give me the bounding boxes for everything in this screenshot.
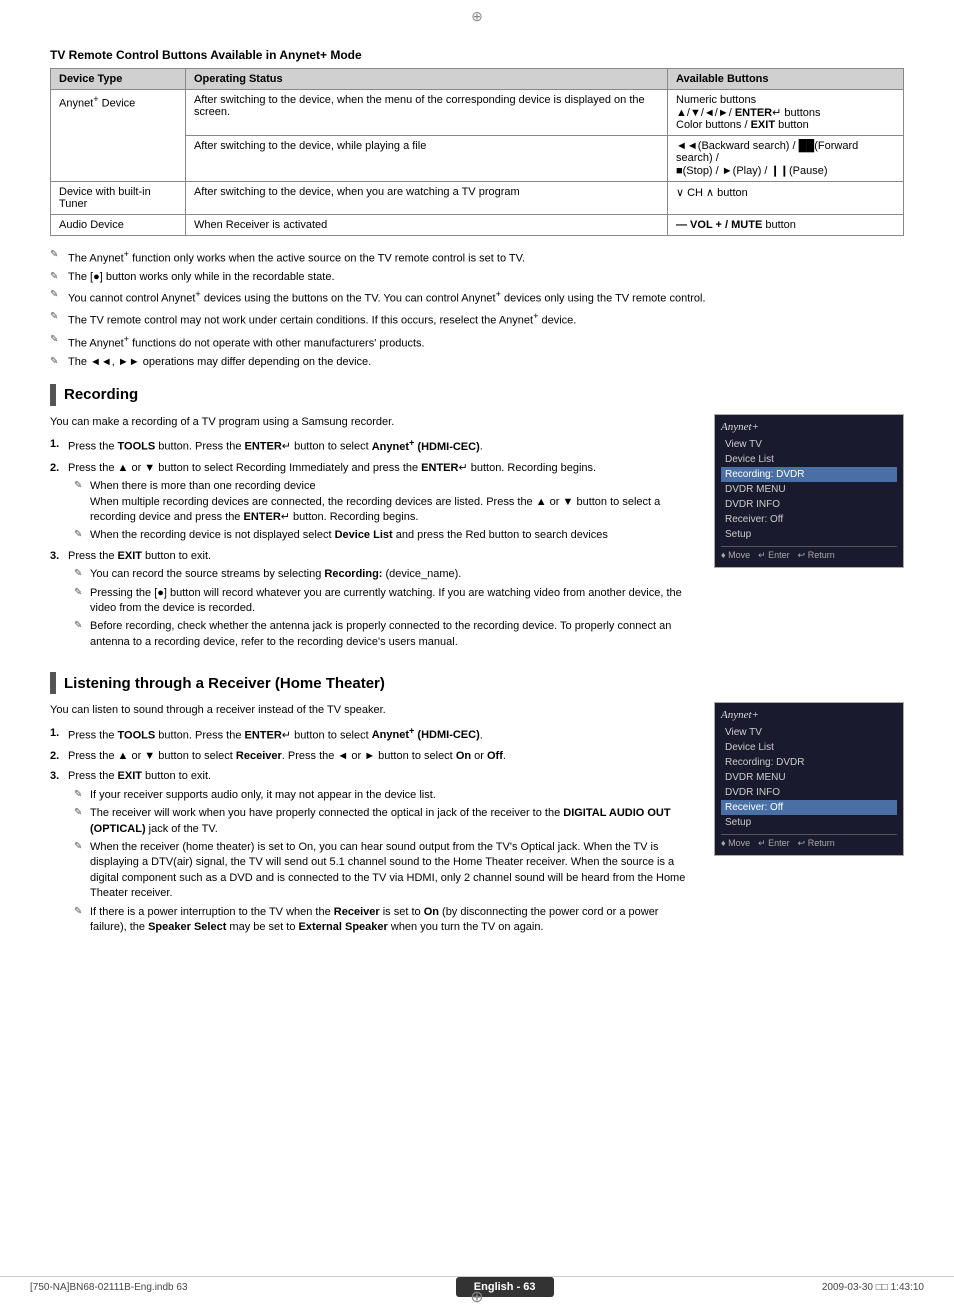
step-number: 3. (50, 548, 59, 565)
step-number: 1. (50, 436, 59, 453)
step-number: 1. (50, 725, 59, 742)
available-buttons-2: ◄◄(Backward search) / ██(Forward search)… (668, 136, 904, 182)
menu-item: Device List (721, 740, 897, 755)
device-anynet: Anynet+ Device (51, 90, 186, 182)
sub-note: You can record the source streams by sel… (68, 567, 698, 582)
available-buttons-1: Numeric buttons ▲/▼/◄/►/ ENTER↵ buttons … (668, 90, 904, 136)
menu-enter: ↵ Enter (758, 838, 790, 849)
anynet-recording-menu: Anynet+ View TV Device List Recording: D… (714, 414, 904, 568)
menu-item: DVDR MENU (721, 482, 897, 497)
list-item: 3. Press the EXIT button to exit. You ca… (50, 548, 698, 650)
menu-footer: ♦ Move ↵ Enter ↩ Return (721, 834, 897, 849)
listening-steps: 1. Press the TOOLS button. Press the ENT… (50, 725, 698, 936)
list-item: 1. Press the TOOLS button. Press the ENT… (50, 436, 698, 455)
table-row: Audio Device When Receiver is activated … (51, 215, 904, 236)
col-header-device: Device Type (51, 69, 186, 90)
note-item: The TV remote control may not work under… (50, 310, 904, 329)
note-item: You cannot control Anynet+ devices using… (50, 288, 904, 307)
menu-item: Setup (721, 527, 897, 542)
menu-item: Setup (721, 815, 897, 830)
sub-note: When there is more than one recording de… (68, 479, 698, 525)
menu-enter: ↵ Enter (758, 550, 790, 561)
note-item: The Anynet+ function only works when the… (50, 248, 904, 267)
note-item: The ◄◄, ►► operations may differ dependi… (50, 355, 904, 370)
table-notes: The Anynet+ function only works when the… (50, 248, 904, 370)
listening-text-col: You can listen to sound through a receiv… (50, 702, 698, 941)
recording-intro: You can make a recording of a TV program… (50, 414, 698, 431)
crosshair-top-icon: ⊕ (471, 8, 483, 25)
menu-title: Anynet+ (721, 709, 897, 721)
menu-title: Anynet+ (721, 421, 897, 433)
operating-status-4: When Receiver is activated (185, 215, 667, 236)
operating-status-3: After switching to the device, when you … (185, 182, 667, 215)
recording-section-header: Recording (50, 384, 904, 406)
list-item: 1. Press the TOOLS button. Press the ENT… (50, 725, 698, 744)
sub-note: If your receiver supports audio only, it… (68, 788, 698, 803)
sub-note: If there is a power interruption to the … (68, 905, 698, 936)
sub-note: When the receiver (home theater) is set … (68, 840, 698, 902)
recording-steps: 1. Press the TOOLS button. Press the ENT… (50, 436, 698, 650)
step-number: 2. (50, 748, 59, 765)
note-item: The [●] button works only while in the r… (50, 270, 904, 285)
listening-section-header: Listening through a Receiver (Home Theat… (50, 672, 904, 694)
table-row: Device with built-in Tuner After switchi… (51, 182, 904, 215)
menu-item: Recording: DVDR (721, 755, 897, 770)
table-title: TV Remote Control Buttons Available in A… (50, 48, 904, 62)
sub-note: The receiver will work when you have pro… (68, 806, 698, 837)
menu-item: DVDR MENU (721, 770, 897, 785)
section-bar-icon (50, 672, 56, 694)
menu-item-selected: Receiver: Off (721, 800, 897, 815)
crosshair-bottom-icon: ⊕ (470, 1287, 483, 1307)
device-audio: Audio Device (51, 215, 186, 236)
menu-item: Receiver: Off (721, 512, 897, 527)
note-item: The Anynet+ functions do not operate wit… (50, 333, 904, 352)
menu-move: ♦ Move (721, 838, 750, 849)
list-item: 3. Press the EXIT button to exit. If you… (50, 768, 698, 935)
anynet-listening-menu: Anynet+ View TV Device List Recording: D… (714, 702, 904, 856)
menu-return: ↩ Return (798, 550, 835, 561)
device-tuner: Device with built-in Tuner (51, 182, 186, 215)
menu-item: View TV (721, 437, 897, 452)
step-number: 3. (50, 768, 59, 785)
operating-status-2: After switching to the device, while pla… (185, 136, 667, 182)
listening-title: Listening through a Receiver (Home Theat… (64, 675, 385, 692)
listening-intro: You can listen to sound through a receiv… (50, 702, 698, 719)
anynet-mode-table: Device Type Operating Status Available B… (50, 68, 904, 236)
listening-content: You can listen to sound through a receiv… (50, 702, 904, 941)
page: ⊕ TV Remote Control Buttons Available in… (0, 0, 954, 1315)
footer-right: 2009-03-30 □□ 1:43:10 (822, 1282, 924, 1293)
menu-item: DVDR INFO (721, 497, 897, 512)
recording-content: You can make a recording of a TV program… (50, 414, 904, 656)
recording-text-col: You can make a recording of a TV program… (50, 414, 698, 656)
table-row: Anynet+ Device After switching to the de… (51, 90, 904, 136)
sub-note: When the recording device is not display… (68, 528, 698, 543)
step-number: 2. (50, 460, 59, 477)
menu-item: View TV (721, 725, 897, 740)
listening-menu-col: Anynet+ View TV Device List Recording: D… (714, 702, 904, 856)
menu-item-selected: Recording: DVDR (721, 467, 897, 482)
menu-item: DVDR INFO (721, 785, 897, 800)
list-item: 2. Press the ▲ or ▼ button to select Rec… (50, 460, 698, 544)
operating-status-1: After switching to the device, when the … (185, 90, 667, 136)
section-bar-icon (50, 384, 56, 406)
recording-title: Recording (64, 386, 138, 403)
col-header-status: Operating Status (185, 69, 667, 90)
available-buttons-3: ∨ CH ∧ button (668, 182, 904, 215)
recording-menu-col: Anynet+ View TV Device List Recording: D… (714, 414, 904, 568)
available-buttons-4: — VOL + / MUTE button (668, 215, 904, 236)
menu-footer: ♦ Move ↵ Enter ↩ Return (721, 546, 897, 561)
list-item: 2. Press the ▲ or ▼ button to select Rec… (50, 748, 698, 765)
sub-note: Pressing the [●] button will record what… (68, 586, 698, 617)
menu-item: Device List (721, 452, 897, 467)
sub-note: Before recording, check whether the ante… (68, 619, 698, 650)
footer-left: [750-NA]BN68-02111B-Eng.indb 63 (30, 1282, 188, 1293)
menu-move: ♦ Move (721, 550, 750, 561)
col-header-buttons: Available Buttons (668, 69, 904, 90)
menu-return: ↩ Return (798, 838, 835, 849)
